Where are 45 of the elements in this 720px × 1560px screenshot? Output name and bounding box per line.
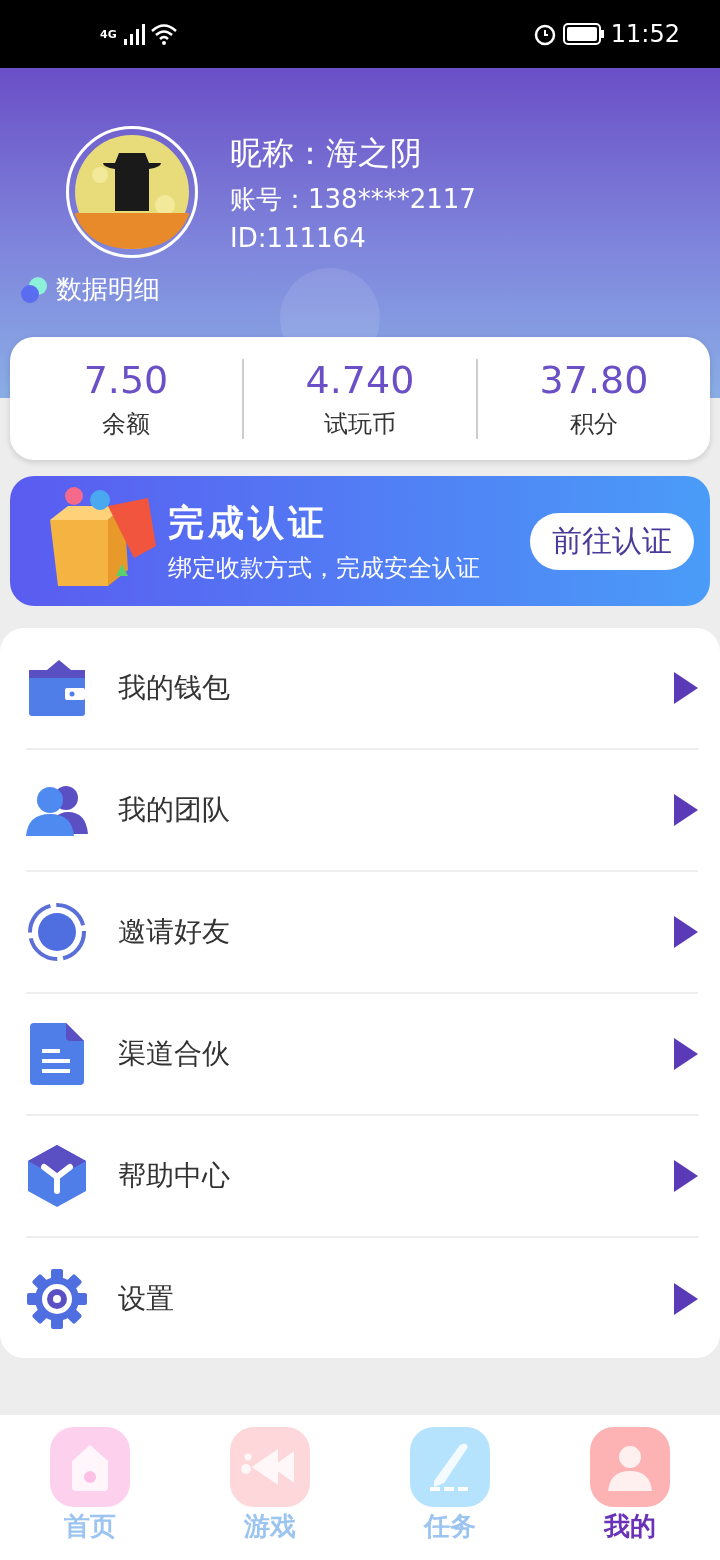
stat-label: 试玩币 <box>324 408 396 440</box>
account-number: 账号：138****2117 <box>230 182 476 216</box>
menu-item[interactable]: 设置 <box>26 1238 698 1360</box>
menu-label: 我的钱包 <box>118 670 230 706</box>
settings-icon <box>26 1268 88 1330</box>
document-icon <box>30 1023 84 1085</box>
bubbles-icon <box>20 275 48 304</box>
avatar[interactable] <box>66 126 198 258</box>
stat-value: 4.740 <box>305 357 415 402</box>
nav-tab[interactable]: 我的 <box>540 1415 720 1560</box>
banner-subtitle: 绑定收款方式，完成安全认证 <box>168 552 480 584</box>
menu-item[interactable]: 渠道合伙 <box>26 994 698 1116</box>
arrow-icon <box>674 794 698 826</box>
menu-label: 邀请好友 <box>118 914 230 950</box>
wifi-icon <box>150 23 177 45</box>
stat-label: 余额 <box>102 408 150 440</box>
stat-label: 积分 <box>570 408 618 440</box>
hexagon-icon <box>28 1145 86 1207</box>
user-id: ID:111164 <box>230 222 367 253</box>
battery-icon <box>562 23 605 45</box>
alarm-icon <box>532 22 557 46</box>
menu-label: 我的团队 <box>118 792 230 828</box>
stat-value: 37.80 <box>539 357 649 402</box>
arrow-icon <box>674 1160 698 1192</box>
signal-icon <box>122 23 145 45</box>
arrow-icon <box>674 672 698 704</box>
network-label: 4G <box>100 27 117 41</box>
stat-value: 7.50 <box>83 357 169 402</box>
arrow-icon <box>674 916 698 948</box>
clock-time: 11:52 <box>610 20 680 48</box>
nickname: 昵称：海之阴 <box>230 132 423 174</box>
ring-icon <box>26 901 88 963</box>
people-icon <box>26 784 88 836</box>
menu-item[interactable]: 邀请好友 <box>26 872 698 994</box>
arrow-icon <box>674 1038 698 1070</box>
menu-item[interactable]: 我的团队 <box>26 750 698 872</box>
menu-label: 渠道合伙 <box>118 1036 230 1072</box>
banner-title: 完成认证 <box>168 500 329 545</box>
wallet-icon <box>27 658 87 718</box>
menu-label: 帮助中心 <box>118 1158 230 1194</box>
menu-item[interactable]: 帮助中心 <box>26 1116 698 1238</box>
arrow-icon <box>674 1283 698 1315</box>
verify-button[interactable]: 前往认证 <box>530 512 694 570</box>
menu-label: 设置 <box>118 1281 174 1317</box>
menu-item[interactable]: 我的钱包 <box>26 628 698 750</box>
